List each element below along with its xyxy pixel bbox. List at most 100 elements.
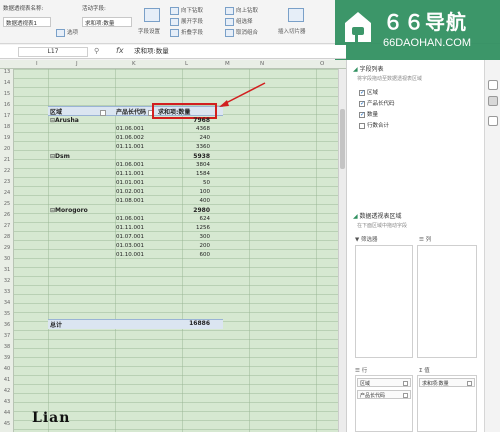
pivot-item-code[interactable]: 01.01.001 xyxy=(116,180,144,186)
insert-slicer-button[interactable]: 插入切片器 xyxy=(278,27,306,35)
row-header[interactable]: 24 xyxy=(0,190,14,196)
field-quantity[interactable]: 数量 xyxy=(359,110,378,118)
row-header[interactable]: 18 xyxy=(0,124,14,130)
spreadsheet-grid[interactable]: I J K L M N O 13 14 15 16 17 18 19 20 21 22 23 24 25… xyxy=(0,60,346,432)
drill-down-button[interactable]: 向下钻取 xyxy=(170,6,203,15)
row-header[interactable]: 34 xyxy=(0,300,14,306)
sheet-vertical-scrollbar[interactable] xyxy=(338,69,346,432)
pivot-item-code[interactable]: 01.02.001 xyxy=(116,189,144,195)
row-header[interactable]: 40 xyxy=(0,366,14,372)
pivot-item-code[interactable]: 01.06.001 xyxy=(116,162,144,168)
field-settings-button[interactable]: 字段设置 xyxy=(138,27,160,35)
row-header[interactable]: 22 xyxy=(0,168,14,174)
row-header[interactable]: 35 xyxy=(0,311,14,317)
columns-drop-area[interactable] xyxy=(417,245,477,358)
field-region[interactable]: 区域 xyxy=(359,88,378,96)
name-box[interactable]: L17 xyxy=(18,47,88,57)
pivot-item-value[interactable]: 3360 xyxy=(150,144,210,150)
pivot-group-name[interactable]: ⊟Morogoro xyxy=(50,207,88,214)
pivot-item-value[interactable]: 300 xyxy=(150,234,211,240)
pivot-item-value[interactable]: 3804 xyxy=(150,162,210,168)
pivot-name-input[interactable]: 数据透视表1 xyxy=(3,17,51,27)
pivot-item-value[interactable]: 50 xyxy=(150,180,210,186)
collapse-field-button[interactable]: 折叠字段 xyxy=(170,28,203,37)
pivot-group-total[interactable]: 5938 xyxy=(150,153,210,160)
formula-input[interactable]: 求和项:数量 xyxy=(134,47,169,56)
row-header[interactable]: 13 xyxy=(0,69,14,75)
pivot-item-code[interactable]: 01.06.001 xyxy=(116,216,144,222)
value-chip-quantity[interactable]: 求和项:数量 xyxy=(419,378,475,387)
expand-field-button[interactable]: 展开字段 xyxy=(170,17,203,26)
row-header[interactable]: 37 xyxy=(0,333,14,339)
row-header[interactable]: 45 xyxy=(0,421,14,427)
field-row-total[interactable]: 行数合计 xyxy=(359,121,389,129)
row-header[interactable]: 17 xyxy=(0,113,14,119)
pivot-item-code[interactable]: 01.11.001 xyxy=(116,144,144,150)
row-header[interactable]: 26 xyxy=(0,212,14,218)
col-header[interactable]: K xyxy=(132,61,136,67)
row-header[interactable]: 14 xyxy=(0,80,14,86)
fx-icon[interactable]: fx xyxy=(116,46,124,55)
pivot-item-code[interactable]: 01.11.001 xyxy=(116,171,144,177)
pivot-item-code[interactable]: 01.06.001 xyxy=(116,126,144,132)
grand-total-value[interactable]: 16886 xyxy=(150,320,210,327)
pivot-item-value[interactable]: 600 xyxy=(150,252,211,258)
dropdown-icon[interactable] xyxy=(403,381,408,386)
checkbox[interactable] xyxy=(359,111,365,118)
row-header[interactable]: 21 xyxy=(0,157,14,163)
row-header[interactable]: 16 xyxy=(0,102,14,108)
pivot-item-code[interactable]: 01.10.001 xyxy=(116,252,144,258)
row-header[interactable]: 43 xyxy=(0,399,14,405)
pivot-item-value[interactable]: 1256 xyxy=(150,225,210,231)
row-header[interactable]: 19 xyxy=(0,135,14,141)
pivot-item-code[interactable]: 01.07.001 xyxy=(116,234,144,240)
formula-zoom-icon[interactable]: ⚲ xyxy=(94,47,99,55)
pivot-panel-icon[interactable] xyxy=(488,96,498,106)
pin-icon[interactable] xyxy=(488,80,498,90)
group-selection-button[interactable]: 组选择 xyxy=(225,17,253,26)
pivot-group-total[interactable]: 7968 xyxy=(150,117,210,124)
row-header[interactable]: 15 xyxy=(0,91,14,97)
row-header[interactable]: 32 xyxy=(0,278,14,284)
checkbox[interactable] xyxy=(359,122,365,129)
pivot-item-code[interactable]: 01.03.001 xyxy=(116,243,144,249)
checkbox[interactable] xyxy=(359,89,365,96)
row-header[interactable]: 44 xyxy=(0,410,14,416)
row-header[interactable]: 29 xyxy=(0,245,14,251)
field-product-code[interactable]: 产品长代码 xyxy=(359,99,395,107)
col-header[interactable]: I xyxy=(36,61,38,67)
pivot-item-value[interactable]: 4368 xyxy=(150,126,210,132)
row-header[interactable]: 36 xyxy=(0,322,14,328)
pivot-item-code[interactable]: 01.08.001 xyxy=(116,198,144,204)
checkbox[interactable] xyxy=(359,100,365,107)
pivot-header-region[interactable]: 区域 xyxy=(50,107,107,116)
col-header[interactable]: L xyxy=(185,61,188,67)
insert-slicer-icon[interactable] xyxy=(288,8,304,22)
pivot-group-name[interactable]: ⊟Dsm xyxy=(50,153,70,160)
pivot-group-name[interactable]: ⊟Arusha xyxy=(50,117,79,124)
row-header[interactable]: 42 xyxy=(0,388,14,394)
dropdown-icon[interactable] xyxy=(403,393,408,398)
collapse-arrow-icon[interactable]: ◢ xyxy=(353,66,358,73)
help-icon[interactable] xyxy=(488,116,498,126)
drill-up-button[interactable]: 向上钻取 xyxy=(225,6,258,15)
pivot-item-value[interactable]: 400 xyxy=(150,198,211,204)
row-header[interactable]: 33 xyxy=(0,289,14,295)
scroll-thumb[interactable] xyxy=(340,109,345,169)
row-header[interactable]: 27 xyxy=(0,223,14,229)
pivot-item-value[interactable]: 100 xyxy=(150,189,211,195)
col-header[interactable]: M xyxy=(225,61,230,67)
grand-total-label[interactable]: 总计 xyxy=(50,320,62,329)
options-button[interactable]: 选项 xyxy=(56,28,78,37)
filter-drop-area[interactable] xyxy=(355,245,413,358)
active-field-input[interactable]: 求和项:数量 xyxy=(82,17,132,27)
col-header[interactable]: O xyxy=(320,61,324,67)
ungroup-button[interactable]: 取消组合 xyxy=(225,28,258,37)
row-header[interactable]: 28 xyxy=(0,234,14,240)
row-header[interactable]: 20 xyxy=(0,146,14,152)
row-header[interactable]: 31 xyxy=(0,267,14,273)
dropdown-icon[interactable] xyxy=(467,381,472,386)
col-header[interactable]: N xyxy=(260,61,264,67)
field-settings-icon[interactable] xyxy=(144,8,160,22)
row-chip-region[interactable]: 区域 xyxy=(357,378,411,387)
